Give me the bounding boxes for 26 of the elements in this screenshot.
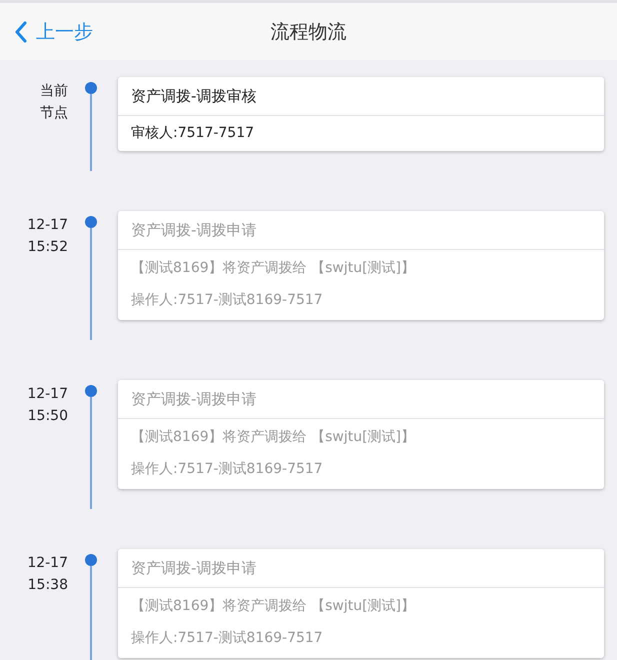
step-detail: 【测试8169】将资产调拨给 【swjtu[测试]】 <box>131 597 416 616</box>
step-detail: 操作人:7517-测试8169-7517 <box>131 629 324 648</box>
timestamp-text: 15:50 <box>28 407 68 426</box>
step-detail: 操作人:7517-测试8169-7517 <box>131 291 324 310</box>
timeline-dot <box>85 216 97 228</box>
timestamp-text: 12-17 <box>27 554 68 573</box>
chevron-left-icon <box>14 20 28 42</box>
timestamp-text: 12-17 <box>27 216 68 235</box>
timestamp-text: 15:52 <box>28 238 68 257</box>
page-title: 流程物流 <box>270 20 346 44</box>
timestamp-text: 12-17 <box>27 385 68 404</box>
timestamp-text: 节点 <box>40 104 68 123</box>
step-detail: 【测试8169】将资产调拨给 【swjtu[测试]】 <box>131 428 416 447</box>
step-detail: 【测试8169】将资产调拨给 【swjtu[测试]】 <box>131 259 416 278</box>
timeline-dot <box>85 385 97 397</box>
step-detail: 审核人:7517-7517 <box>131 124 256 143</box>
step-title: 资产调拨-调拨审核 <box>131 86 256 106</box>
step-title: 资产调拨-调拨申请 <box>131 390 256 408</box>
timestamp-text: 15:38 <box>28 576 68 595</box>
back-button[interactable]: 上一步 <box>10 14 97 48</box>
step-title: 资产调拨-调拨申请 <box>131 558 256 578</box>
timeline-dot <box>85 82 97 94</box>
timeline-dot <box>85 554 97 566</box>
timestamp-text: 当前 <box>40 82 68 101</box>
step-title: 资产调拨-调拨申请 <box>131 220 256 240</box>
step-detail: 操作人:7517-测试8169-7517 <box>131 460 324 479</box>
